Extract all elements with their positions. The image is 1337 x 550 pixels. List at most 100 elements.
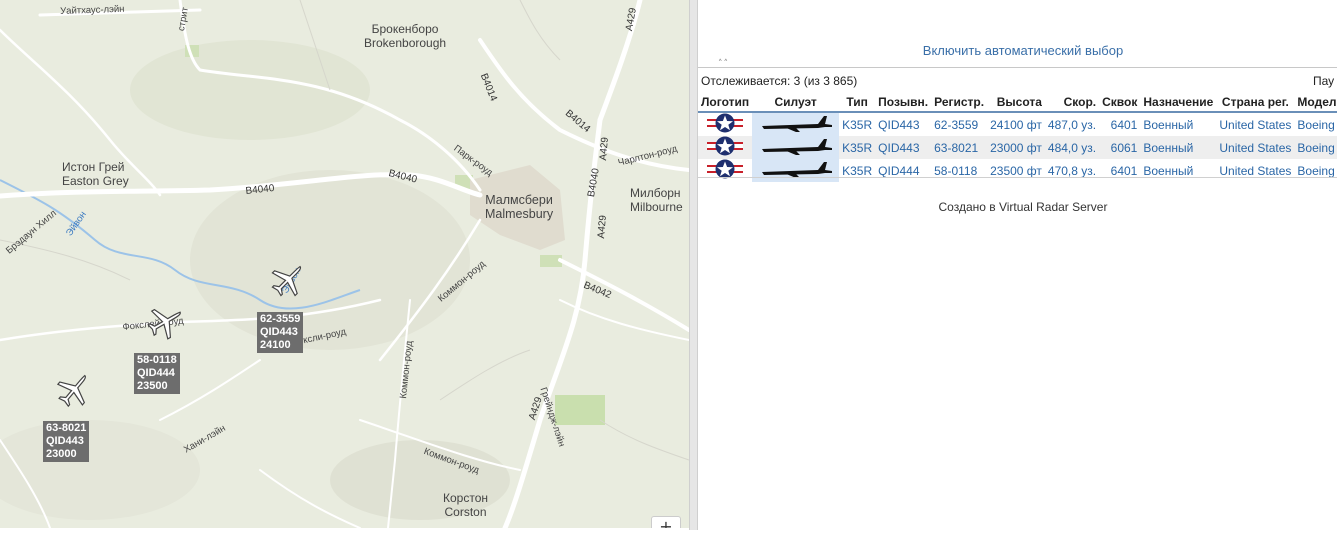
- aircraft-callsign: QID443: [260, 326, 298, 338]
- road-label: Уайтхаус-лэйн: [60, 3, 125, 17]
- aircraft-altitude: 23500: [137, 380, 168, 392]
- cell-squawk: 6401: [1099, 159, 1141, 182]
- divider: [698, 177, 1337, 178]
- kc135-silhouette-icon: [762, 139, 833, 155]
- cell-type: K35R: [839, 159, 876, 182]
- aircraft-callsign: QID443: [46, 435, 84, 447]
- column-header-callsign[interactable]: Позывн.: [875, 92, 932, 113]
- town-name-en: Brokenborough: [364, 36, 447, 50]
- cell-callsign: QID443: [875, 136, 932, 159]
- cell-country: United States: [1216, 159, 1295, 182]
- panel-splitter[interactable]: [689, 0, 698, 530]
- pause-link[interactable]: Пау: [1313, 74, 1334, 88]
- aircraft-silhouette: [752, 136, 840, 159]
- aircraft-silhouette: [752, 159, 840, 182]
- column-header-squawk[interactable]: Сквок: [1099, 92, 1141, 113]
- cell-country: United States: [1216, 136, 1295, 159]
- column-header-purpose[interactable]: Назначение: [1140, 92, 1217, 113]
- table-header-row: Логотип Силуэт Тип Позывн. Регистр. Высо…: [698, 92, 1337, 113]
- town-label-corston: Корстон Corston: [443, 491, 488, 519]
- table-row[interactable]: K35R QID444 58-0118 23500 фт 470,8 уз. 6…: [698, 159, 1337, 182]
- town-name-en: Malmesbury: [485, 207, 554, 221]
- town-name-en: Corston: [444, 505, 487, 519]
- town-name-ru: Корстон: [443, 491, 488, 505]
- aircraft-label[interactable]: 58-0118 QID444 23500: [134, 353, 180, 394]
- column-header-registration[interactable]: Регистр.: [931, 92, 988, 113]
- usaf-roundel-icon: [707, 136, 744, 156]
- cell-speed: 484,0 уз.: [1044, 136, 1100, 159]
- town-name-ru: Малмсбери: [485, 193, 553, 207]
- cell-purpose: Военный: [1140, 112, 1217, 136]
- usaf-roundel-icon: [707, 159, 744, 179]
- cell-speed: 487,0 уз.: [1044, 112, 1100, 136]
- operator-logo: [698, 159, 753, 182]
- aircraft-marker-icon[interactable]: [145, 302, 185, 342]
- column-header-type[interactable]: Тип: [839, 92, 876, 113]
- aircraft-altitude: 23000: [46, 448, 77, 460]
- cell-altitude: 23000 фт: [987, 136, 1045, 159]
- table-row[interactable]: K35R QID443 62-3559 24100 фт 487,0 уз. 6…: [698, 112, 1337, 136]
- cell-purpose: Военный: [1140, 136, 1217, 159]
- town-name-ru: Милборн: [630, 186, 681, 200]
- town-label-easton-grey: Истон Грей Easton Grey: [62, 160, 129, 188]
- cell-registration: 62-3559: [931, 112, 988, 136]
- divider: [698, 67, 1337, 68]
- usaf-roundel-icon: [707, 113, 744, 133]
- town-name-ru: Брокенборо: [371, 22, 439, 36]
- aircraft-table: Логотип Силуэт Тип Позывн. Регистр. Высо…: [698, 92, 1337, 182]
- cell-model: Boeing: [1294, 112, 1337, 136]
- auto-select-link[interactable]: Включить автоматический выбор: [698, 43, 1337, 58]
- column-header-altitude[interactable]: Высота: [987, 92, 1045, 113]
- aircraft-reg: 62-3559: [260, 313, 301, 325]
- table-row[interactable]: K35R QID443 63-8021 23000 фт 484,0 уз. 6…: [698, 136, 1337, 159]
- cell-altitude: 23500 фт: [987, 159, 1045, 182]
- column-header-model[interactable]: Модель: [1294, 92, 1337, 113]
- column-header-silhouette[interactable]: Силуэт: [752, 92, 840, 113]
- kc135-silhouette-icon: [762, 162, 833, 178]
- town-name-ru: Истон Грей: [62, 160, 125, 174]
- cell-squawk: 6401: [1099, 112, 1141, 136]
- column-header-logo[interactable]: Логотип: [698, 92, 753, 113]
- column-header-speed[interactable]: Скор.: [1044, 92, 1100, 113]
- credit-text: Создано в Virtual Radar Server: [938, 200, 1108, 214]
- town-label-milbourne: Милборн Milbourne: [630, 186, 683, 214]
- cell-registration: 58-0118: [931, 159, 988, 182]
- town-name-en: Easton Grey: [62, 174, 129, 188]
- aircraft-marker-icon[interactable]: [268, 260, 308, 300]
- aircraft-callsign: QID444: [137, 367, 175, 379]
- zoom-in-button[interactable]: +: [651, 516, 681, 528]
- operator-logo: [698, 112, 753, 136]
- cell-purpose: Военный: [1140, 159, 1217, 182]
- town-name-en: Milbourne: [630, 200, 683, 214]
- aircraft-reg: 58-0118: [137, 354, 177, 366]
- aircraft-altitude: 24100: [260, 339, 291, 351]
- cell-model: Boeing: [1294, 136, 1337, 159]
- cell-callsign: QID444: [875, 159, 932, 182]
- cell-altitude: 24100 фт: [987, 112, 1045, 136]
- aircraft-label[interactable]: 63-8021 QID443 23000: [43, 421, 90, 462]
- aircraft-silhouette: [752, 112, 840, 136]
- aircraft-list-panel: Включить автоматический выбор ˄˄ Отслежи…: [698, 0, 1337, 530]
- map-background: [0, 0, 689, 528]
- auto-select-text[interactable]: Включить автоматический выбор: [923, 43, 1123, 58]
- map-view[interactable]: Брокенборо Brokenborough Истон Грей East…: [0, 0, 689, 528]
- cell-country: United States: [1216, 112, 1295, 136]
- cell-callsign: QID443: [875, 112, 932, 136]
- cell-squawk: 6061: [1099, 136, 1141, 159]
- aircraft-reg: 63-8021: [46, 422, 87, 434]
- operator-logo: [698, 136, 753, 159]
- road-code-label: A429: [598, 136, 611, 161]
- cell-type: K35R: [839, 136, 876, 159]
- aircraft-marker-icon[interactable]: [54, 370, 94, 410]
- town-label-malmesbury: Малмсбери Malmesbury: [485, 193, 553, 221]
- cell-type: K35R: [839, 112, 876, 136]
- column-header-country[interactable]: Страна рег.: [1216, 92, 1295, 113]
- cell-registration: 63-8021: [931, 136, 988, 159]
- road-code-label: A429: [596, 214, 609, 239]
- tracked-count: Отслеживается: 3 (из 3 865): [701, 74, 858, 88]
- kc135-silhouette-icon: [762, 116, 833, 132]
- town-label-brokenborough: Брокенборо Brokenborough: [364, 22, 446, 50]
- cell-model: Boeing: [1294, 159, 1337, 182]
- cell-speed: 470,8 уз.: [1044, 159, 1100, 182]
- aircraft-label[interactable]: 62-3559 QID443 24100: [257, 312, 304, 353]
